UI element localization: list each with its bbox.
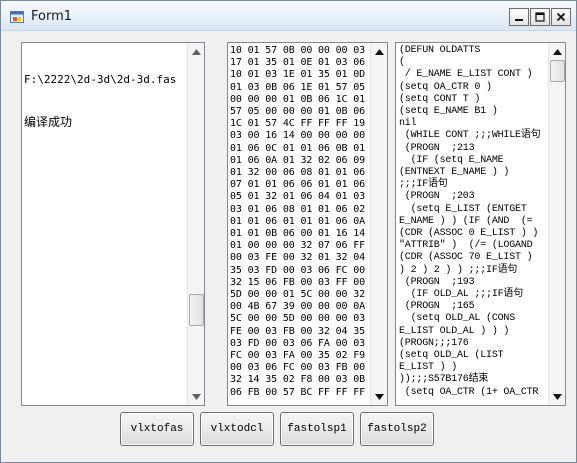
chevron-up-icon — [192, 48, 201, 55]
minimize-icon — [515, 19, 523, 21]
lisp-line: ( — [399, 57, 405, 69]
maximize-icon — [535, 12, 545, 22]
lisp-line: / E_NAME E_LIST CONT ) — [399, 69, 533, 81]
lisp-line: (PROGN ;203 — [399, 191, 475, 203]
lisp-textbox[interactable]: (DEFUN OLDATTS( / E_NAME E_LIST CONT ) (s… — [395, 42, 566, 406]
title-bar[interactable]: Form1 — [1, 1, 576, 31]
maximize-button[interactable] — [530, 8, 550, 26]
hex-line: 5C 00 00 5D 00 00 00 03 — [230, 313, 366, 325]
hex-line: FE 00 03 FB 00 32 04 35 — [230, 325, 366, 337]
lisp-line: nil — [399, 118, 417, 130]
lisp-line: (setq OLD_AL (LIST — [399, 350, 504, 362]
lisp-line: ));;;S57B176结束 — [399, 374, 489, 386]
lisp-line: ;;;IF语句 — [399, 179, 448, 191]
lisp-line: (PROGN ;213 — [399, 142, 475, 154]
lisp-line: E_NAME ) ) (IF (AND (= — [399, 215, 533, 227]
hex-line: 17 01 35 01 0E 01 03 06 — [230, 57, 366, 69]
hex-line: 32 14 35 02 F8 00 03 0B — [230, 374, 366, 386]
scroll-thumb[interactable] — [189, 294, 204, 326]
hex-line: 01 01 06 01 01 01 06 0A — [230, 215, 366, 227]
scroll-down-button[interactable] — [371, 388, 387, 405]
scroll-up-button[interactable] — [371, 43, 387, 60]
hex-line: 01 00 00 00 32 07 06 FF — [230, 240, 366, 252]
close-button[interactable] — [551, 8, 571, 26]
output-text-area[interactable]: F:\2222\2d-3d\2d-3d.fas 编译成功 — [24, 45, 184, 405]
lisp-line: (ENTNEXT E_NAME ) ) — [399, 167, 510, 179]
hex-textbox[interactable]: 10 01 57 0B 00 00 00 03 17 01 35 01 0E 01… — [227, 42, 388, 406]
lisp-line: (IF OLD_AL ;;;IF语句 — [399, 289, 524, 301]
hex-line: FC 00 03 FA 00 35 02 F9 — [230, 350, 366, 362]
fastolsp1-button[interactable]: fastolsp1 — [280, 412, 354, 446]
hex-line: 01 01 0B 06 00 01 16 14 — [230, 228, 366, 240]
close-icon — [556, 12, 566, 22]
scroll-up-button[interactable] — [549, 43, 565, 60]
app-icon — [10, 11, 24, 23]
lisp-line: (PROGN ;193 — [399, 276, 475, 288]
scroll-down-button[interactable] — [188, 388, 204, 405]
fastolsp2-button[interactable]: fastolsp2 — [360, 412, 434, 446]
scroll-down-button[interactable] — [549, 388, 565, 405]
form1-window: Form1 F:\2222\2d-3d\2d-3d.fas 编译成功 10 01… — [0, 0, 577, 463]
lisp-line: (setq E_LIST (ENTGET — [399, 203, 527, 215]
hex-line: 01 03 0B 06 1E 01 57 05 — [230, 81, 366, 93]
lisp-line: (CDR (ASSOC 70 E_LIST ) — [399, 252, 533, 264]
hex-line: 01 06 0C 01 01 06 0B 01 — [230, 142, 366, 154]
hex-line: 07 01 01 06 06 01 01 06 — [230, 179, 366, 191]
output-line: 编译成功 — [24, 115, 73, 129]
hex-line: 03 00 16 14 00 00 00 00 — [230, 130, 366, 142]
hex-line: 03 01 06 08 01 01 06 02 — [230, 203, 366, 215]
hex-line: 10 01 57 0B 00 00 00 03 — [230, 45, 366, 56]
minimize-button[interactable] — [509, 8, 529, 26]
lisp-line: (DEFUN OLDATTS — [399, 45, 481, 56]
hex-line: 00 4B 67 39 00 00 00 0A — [230, 301, 366, 313]
chevron-down-icon — [192, 393, 201, 400]
chevron-down-icon — [553, 393, 562, 400]
window-title: Form1 — [31, 9, 73, 24]
hex-line: 10 01 03 1E 01 35 01 0D — [230, 69, 366, 81]
hex-line: 57 05 00 00 00 01 0B 06 — [230, 106, 366, 118]
lisp-line: (setq OLD_AL (CONS — [399, 313, 516, 325]
lisp-line: (setq OA_CTR (1+ OA_CTR — [399, 386, 539, 398]
hex-line: 32 15 06 FB 00 03 FF 00 — [230, 276, 366, 288]
vlxtodcl-button[interactable]: vlxtodcl — [200, 412, 274, 446]
hex-scrollbar[interactable] — [370, 43, 387, 405]
lisp-line: (WHILE CONT ;;;WHILE语句 — [399, 130, 541, 142]
lisp-line: (CDR (ASSOC 0 E_LIST ) ) — [399, 228, 539, 240]
chevron-down-icon — [375, 393, 384, 400]
hex-line: 00 03 FE 00 32 01 32 04 — [230, 252, 366, 264]
lisp-scrollbar[interactable] — [548, 43, 565, 405]
hex-line: 35 03 FD 00 03 06 FC 00 — [230, 264, 366, 276]
hex-line: 03 FD 00 03 06 FA 00 03 — [230, 337, 366, 349]
hex-line: 01 32 00 06 08 01 01 06 — [230, 167, 366, 179]
lisp-line: ) 2 ) 2 ) ) ;;;IF语句 — [399, 264, 518, 276]
scroll-up-button[interactable] — [188, 43, 204, 60]
lisp-line: E_LIST OLD_AL ) ) ) — [399, 325, 510, 337]
chevron-up-icon — [553, 48, 562, 55]
lisp-line: "ATTRIB" ) (/= (LOGAND — [399, 240, 533, 252]
lisp-line: E_LIST ) ) — [399, 362, 458, 374]
vlxtofas-button[interactable]: vlxtofas — [120, 412, 194, 446]
hex-line: 5D 00 00 01 5C 00 00 32 — [230, 289, 366, 301]
hex-line: 00 03 06 FC 00 03 FB 00 — [230, 362, 366, 374]
scroll-thumb[interactable] — [550, 60, 565, 82]
chevron-up-icon — [375, 48, 384, 55]
hex-line: 05 01 32 01 06 04 01 03 — [230, 191, 366, 203]
lisp-line: (setq E_NAME B1 ) — [399, 106, 498, 118]
hex-line: 01 06 0A 01 32 02 06 09 — [230, 154, 366, 166]
output-textbox[interactable]: F:\2222\2d-3d\2d-3d.fas 编译成功 — [21, 42, 205, 406]
hex-line: 06 FB 00 57 BC FF FF FF — [230, 386, 366, 398]
hex-line: 00 00 00 01 0B 06 1C 01 — [230, 93, 366, 105]
lisp-line: (PROGN ;165 — [399, 301, 475, 313]
lisp-line: (IF (setq E_NAME — [399, 154, 504, 166]
lisp-text-area[interactable]: (DEFUN OLDATTS( / E_NAME E_LIST CONT ) (s… — [399, 45, 549, 405]
lisp-line: (setq OA_CTR 0 ) — [399, 81, 492, 93]
output-line: F:\2222\2d-3d\2d-3d.fas — [24, 73, 177, 86]
hex-line: 1C 01 57 4C FF FF FF 19 — [230, 118, 366, 130]
hex-text-area[interactable]: 10 01 57 0B 00 00 00 03 17 01 35 01 0E 01… — [230, 45, 370, 405]
output-scrollbar[interactable] — [187, 43, 204, 405]
lisp-line: (PROGN;;;176 — [399, 337, 469, 349]
lisp-line: (setq CONT T ) — [399, 93, 481, 105]
